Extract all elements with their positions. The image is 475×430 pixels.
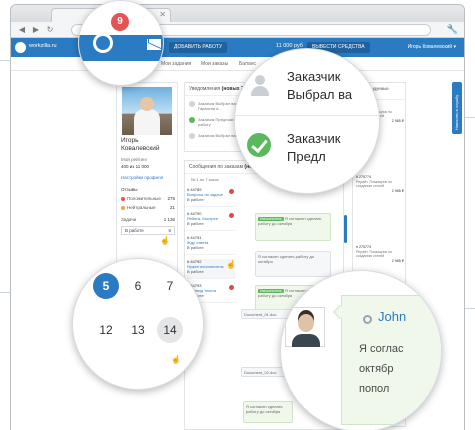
person-icon: [189, 133, 195, 139]
message-bubble: Я согласен сделать работу до октября: [255, 251, 331, 277]
message-line: Я соглас: [359, 343, 404, 355]
neutral-label: Нейтральные: [127, 205, 156, 210]
thread-status: В работе: [187, 197, 204, 202]
message-bubble: Я согласен сделать работу до октября: [243, 401, 293, 423]
message-text: Я согласен сделать работу до октября: [246, 404, 283, 414]
brand-name[interactable]: workzilla.ru: [29, 43, 57, 49]
rating-value: 400 из 11 000: [121, 164, 150, 169]
tasks-label: Задачи: [121, 217, 137, 222]
tasks-row: Задачи 1 136: [121, 217, 175, 222]
alert-icon: [229, 285, 234, 290]
in-work-button[interactable]: В работе 6: [121, 226, 175, 235]
message-line: попол: [359, 383, 390, 395]
magnifier-notifications: 9: [78, 0, 164, 86]
browser-tab-strip: ✕: [11, 5, 464, 22]
avatar[interactable]: [122, 87, 172, 135]
thread-status: В работе: [187, 245, 204, 250]
notifications-title-text: Уведомления: [189, 86, 221, 92]
magnifier-customer-notifications: Заказчик Выбрал ва Заказчик Предл: [234, 48, 380, 194]
calendar-day[interactable]: 13: [125, 317, 151, 343]
subnav-item-tasks[interactable]: Мои задания: [161, 61, 191, 67]
subnav-item-orders[interactable]: Мои заказы: [201, 61, 228, 67]
message-text: Я согласен сделать работу до октября: [258, 254, 315, 264]
support-side-tab-label: Написать в службу: [454, 94, 459, 130]
profile-settings-link[interactable]: Настройки профиля: [121, 175, 163, 180]
globe-icon[interactable]: [93, 33, 113, 53]
recommended-item[interactable]: # 275774Рерайт. Помощник по созданию ста…: [356, 175, 404, 193]
notification-text: Заказчик Выбрал вас Гарантия #...: [198, 101, 238, 111]
neutral-count: 21: [169, 205, 175, 210]
messages-title-text: Сообщения по заказам: [189, 164, 244, 170]
positive-dot-icon: [121, 196, 125, 201]
pointer-icon: ☝: [171, 355, 181, 364]
alert-icon: [229, 189, 234, 194]
calendar-day-selected[interactable]: 14: [157, 317, 183, 343]
avatar[interactable]: [285, 307, 325, 347]
attachment-name: Document_01.doc: [244, 312, 277, 317]
calendar-day[interactable]: 12: [93, 317, 119, 343]
status-ring-icon: [363, 315, 372, 324]
in-work-value: 6: [168, 228, 171, 233]
message-bubble: Исполнитель Я согласен сделать работу до…: [255, 213, 331, 241]
rec-desc: Рерайт. Помощник по созданию статей: [356, 249, 393, 259]
reload-icon[interactable]: ↻: [45, 25, 55, 35]
alert-icon: [229, 213, 234, 218]
divider: [235, 115, 379, 116]
thread-item[interactable]: # 44790 Ребята, быстрее В работе: [187, 211, 235, 231]
calendar-day[interactable]: 7: [157, 273, 183, 299]
close-tab-icon[interactable]: ✕: [159, 10, 166, 19]
thread-status: В работе: [187, 221, 204, 226]
person-icon: [249, 75, 271, 97]
user-menu[interactable]: Игорь Ковалевский ▾: [408, 44, 456, 50]
sender-name[interactable]: John: [378, 309, 406, 324]
customer-text: Выбрал ва: [287, 87, 353, 102]
messages-scrollbar[interactable]: [344, 215, 347, 243]
check-icon: [247, 133, 271, 157]
magnifier-calendar: 5 6 7 12 13 14 ☝: [72, 258, 204, 390]
person-icon: [189, 101, 195, 107]
notification-badge: 9: [111, 13, 129, 31]
positive-count: 275: [167, 196, 175, 201]
customer-text: Предл: [287, 149, 326, 164]
forward-icon[interactable]: ▶: [31, 25, 41, 35]
add-work-button[interactable]: ДОБАВИТЬ РАБОТУ: [169, 42, 228, 53]
thread-item[interactable]: # 44791 Жду ответа В работе: [187, 235, 235, 255]
mail-icon[interactable]: [147, 39, 161, 50]
pointer-icon: ☝: [160, 236, 170, 245]
in-work-label: В работе: [125, 228, 144, 233]
positive-label: Положительные: [127, 196, 161, 201]
neutral-reviews-row[interactable]: Нейтральные 21: [121, 205, 175, 210]
back-icon[interactable]: ◀: [17, 25, 27, 35]
thread-item[interactable]: # 44789 Вопросы по задаче В работе: [187, 187, 235, 207]
wrench-icon[interactable]: 🔧: [447, 24, 458, 35]
notification-text: Заказчик Выбрал вас: [198, 133, 238, 138]
magnifier-message: John Я соглас октябр попол: [280, 270, 442, 430]
customer-title: Заказчик: [287, 131, 341, 146]
check-icon: [189, 117, 195, 123]
subnav-item-balance[interactable]: Баланс: [239, 61, 256, 67]
neutral-dot-icon: [121, 205, 125, 210]
customer-title: Заказчик: [287, 69, 341, 84]
support-side-tab[interactable]: Написать в службу: [452, 82, 462, 134]
calendar-day[interactable]: 6: [125, 273, 151, 299]
calendar-day-today[interactable]: 5: [93, 273, 119, 299]
rating-label: Мой рейтинг: [121, 157, 148, 162]
rec-price: 2 985 ₽: [391, 258, 404, 263]
positive-reviews-row[interactable]: Положительные 275: [121, 196, 175, 201]
profile-name[interactable]: Игорь Ковалевский: [121, 137, 177, 153]
rec-price: 2 985 ₽: [391, 188, 404, 193]
thread-status: В работе: [187, 269, 204, 274]
screenshot-stage: ✕ ◀ ▶ ↻ 🔧 workzilla.ru ДОБАВИТЬ РАБОТУ 1…: [0, 0, 475, 430]
order-pager[interactable]: № 1 по 7 заказ: [191, 177, 219, 182]
pointer-icon: ☝: [226, 260, 236, 269]
message-line: октябр: [359, 363, 394, 375]
attachment-name: Document_02.doc: [244, 370, 277, 375]
reviews-label: Отзывы: [121, 187, 138, 192]
tasks-value: 1 136: [163, 217, 175, 222]
rec-desc: Рерайт. Помощник по созданию статей: [356, 179, 393, 189]
recommended-item[interactable]: # 275774Рерайт. Помощник по созданию ста…: [356, 245, 404, 263]
logo-icon[interactable]: [15, 42, 26, 53]
